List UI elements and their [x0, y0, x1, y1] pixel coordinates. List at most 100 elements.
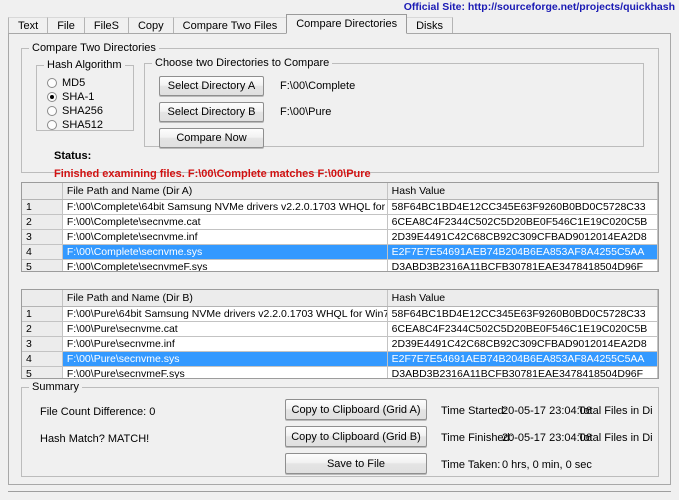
choose-directories-group: Choose two Directories to Compare Select…: [144, 57, 644, 148]
grid-b-header-row: File Path and Name (Dir B) Hash Value: [22, 290, 658, 307]
grid-a-row-hash: 6CEA8C4F2344C502C5D20BE0F546C1E19C020C5B: [387, 214, 658, 230]
copy-to-clipboard-grid-b-button[interactable]: Copy to Clipboard (Grid B): [285, 426, 427, 447]
grid-a-row-index: 1: [22, 199, 63, 215]
file-count-difference: File Count Difference: 0: [40, 406, 156, 418]
grid-a-row-path: F:\00\Complete\secnvme.sys: [62, 244, 388, 260]
radio-sha256[interactable]: SHA256: [47, 104, 103, 118]
grid-b-row-index: 4: [22, 351, 63, 367]
radio-mark-md5: [47, 78, 57, 88]
grid-b-row-hash: E2F7E7E54691AEB74B204B6EA853AF8A4255C5AA: [387, 351, 658, 367]
grid-a-row-path: F:\00\Complete\secnvmeF.sys: [62, 259, 388, 271]
hash-match-status: Hash Match? MATCH!: [40, 433, 150, 445]
radio-mark-sha1: [47, 92, 57, 102]
results-grid-b[interactable]: File Path and Name (Dir B) Hash Value 1 …: [21, 289, 659, 379]
grid-b-row-hash: D3ABD3B2316A11BCFB30781EAE3478418504D96F: [387, 366, 658, 378]
table-row[interactable]: 1 F:\00\Pure\64bit Samsung NVMe drivers …: [22, 306, 658, 322]
grid-a-row-index: 2: [22, 214, 63, 230]
status-label: Status:: [54, 150, 92, 162]
table-row[interactable]: 2 F:\00\Complete\secnvme.cat 6CEA8C4F234…: [22, 214, 658, 230]
radio-sha512[interactable]: SHA512: [47, 118, 103, 132]
radio-label-md5: MD5: [62, 77, 86, 89]
choose-directories-title: Choose two Directories to Compare: [152, 57, 333, 69]
total-files-dir-b: Total Files in Dir B : 5: [578, 432, 652, 444]
radio-label-sha256: SHA256: [62, 105, 103, 117]
summary-group: Summary File Count Difference: 0 Hash Ma…: [21, 381, 659, 477]
total-files-dir-a: Total Files in Dir A : 5: [578, 405, 652, 417]
save-to-file-button[interactable]: Save to File: [285, 453, 427, 474]
grid-a-row-hash: E2F7E7E54691AEB74B204B6EA853AF8A4255C5AA: [387, 244, 658, 260]
tab-compare-two-files[interactable]: Compare Two Files: [172, 17, 288, 34]
table-row[interactable]: 4 F:\00\Complete\secnvme.sys E2F7E7E5469…: [22, 244, 658, 260]
grid-b-row-path: F:\00\Pure\secnvme.cat: [62, 321, 388, 337]
compare-now-button[interactable]: Compare Now: [159, 128, 264, 148]
grid-a-header-row: File Path and Name (Dir A) Hash Value: [22, 183, 658, 200]
grid-b-row-path: F:\00\Pure\secnvme.sys: [62, 351, 388, 367]
status-message: Finished examining files. F:\00\Complete…: [54, 168, 371, 180]
grid-b-header-index[interactable]: [22, 290, 63, 307]
grid-b-row-hash: 2D39E4491C42C68CB92C309CFBAD9012014EA2D8: [387, 336, 658, 352]
radio-label-sha512: SHA512: [62, 119, 103, 131]
table-row[interactable]: 2 F:\00\Pure\secnvme.cat 6CEA8C4F2344C50…: [22, 321, 658, 337]
window-bottom-divider: [8, 491, 671, 492]
official-site-link[interactable]: Official Site: http://sourceforge.net/pr…: [404, 1, 675, 13]
compare-two-directories-group: Compare Two Directories Hash Algorithm M…: [21, 42, 659, 180]
radio-mark-sha512: [47, 120, 57, 130]
table-row[interactable]: 5 F:\00\Pure\secnvmeF.sys D3ABD3B2316A11…: [22, 366, 658, 378]
time-started-label: Time Started:: [441, 405, 507, 417]
grid-a-header-hash[interactable]: Hash Value: [387, 183, 658, 200]
select-directory-a-button[interactable]: Select Directory A: [159, 76, 264, 96]
grid-a-row-path: F:\00\Complete\secnvme.inf: [62, 229, 388, 245]
directory-b-path: F:\00\Pure: [280, 106, 332, 118]
grid-b-row-path: F:\00\Pure\64bit Samsung NVMe drivers v2…: [62, 306, 388, 322]
grid-a-row-hash: 58F64BC1BD4E12CC345E63F9260B0BD0C5728C33: [387, 199, 658, 215]
select-directory-b-button[interactable]: Select Directory B: [159, 102, 264, 122]
totals-container: Total Files in Dir A : 5 Total Files in …: [578, 396, 652, 470]
grid-a-row-path: F:\00\Complete\64bit Samsung NVMe driver…: [62, 199, 388, 215]
tab-compare-directories[interactable]: Compare Directories: [286, 14, 408, 34]
table-row[interactable]: 1 F:\00\Complete\64bit Samsung NVMe driv…: [22, 199, 658, 215]
grid-a-row-index: 5: [22, 259, 63, 271]
grid-a-row-index: 3: [22, 229, 63, 245]
tab-file[interactable]: File: [47, 17, 85, 34]
radio-mark-sha256: [47, 106, 57, 116]
grid-a-row-hash: D3ABD3B2316A11BCFB30781EAE3478418504D96F: [387, 259, 658, 271]
radio-md5[interactable]: MD5: [47, 76, 85, 90]
grid-a-row-path: F:\00\Complete\secnvme.cat: [62, 214, 388, 230]
grid-b-row-hash: 6CEA8C4F2344C502C5D20BE0F546C1E19C020C5B: [387, 321, 658, 337]
grid-a-row-index: 4: [22, 244, 63, 260]
grid-b-table: File Path and Name (Dir B) Hash Value 1 …: [22, 290, 658, 378]
grid-b-row-path: F:\00\Pure\secnvmeF.sys: [62, 366, 388, 378]
hash-algorithm-group: Hash Algorithm MD5 SHA-1 SHA256 SHA512: [36, 59, 134, 132]
compare-two-directories-title: Compare Two Directories: [29, 42, 159, 54]
grid-b-header-path[interactable]: File Path and Name (Dir B): [62, 290, 388, 307]
quickhash-window: Official Site: http://sourceforge.net/pr…: [0, 0, 679, 500]
tab-copy[interactable]: Copy: [127, 17, 174, 34]
grid-a-row-hash: 2D39E4491C42C68CB92C309CFBAD9012014EA2D8: [387, 229, 658, 245]
grid-b-row-hash: 58F64BC1BD4E12CC345E63F9260B0BD0C5728C33: [387, 306, 658, 322]
grid-b-row-index: 3: [22, 336, 63, 352]
tab-disks[interactable]: Disks: [406, 17, 453, 34]
results-grid-a[interactable]: File Path and Name (Dir A) Hash Value 1 …: [21, 182, 659, 272]
table-row[interactable]: 3 F:\00\Complete\secnvme.inf 2D39E4491C4…: [22, 229, 658, 245]
grid-a-header-path[interactable]: File Path and Name (Dir A): [62, 183, 388, 200]
grid-b-header-hash[interactable]: Hash Value: [387, 290, 658, 307]
tab-files[interactable]: FileS: [83, 17, 129, 34]
copy-to-clipboard-grid-a-button[interactable]: Copy to Clipboard (Grid A): [285, 399, 427, 420]
compare-directories-page: Compare Two Directories Hash Algorithm M…: [8, 33, 671, 485]
time-taken-label: Time Taken:: [441, 459, 501, 471]
tab-bar: Text File FileS Copy Compare Two Files C…: [8, 14, 671, 34]
table-row[interactable]: 5 F:\00\Complete\secnvmeF.sys D3ABD3B231…: [22, 259, 658, 271]
tab-text[interactable]: Text: [8, 17, 49, 34]
grid-b-row-index: 2: [22, 321, 63, 337]
radio-label-sha1: SHA-1: [62, 91, 95, 103]
table-row[interactable]: 3 F:\00\Pure\secnvme.inf 2D39E4491C42C68…: [22, 336, 658, 352]
hash-algorithm-title: Hash Algorithm: [44, 59, 125, 71]
radio-sha1[interactable]: SHA-1: [47, 90, 94, 104]
grid-b-row-path: F:\00\Pure\secnvme.inf: [62, 336, 388, 352]
table-row[interactable]: 4 F:\00\Pure\secnvme.sys E2F7E7E54691AEB…: [22, 351, 658, 367]
grid-a-table: File Path and Name (Dir A) Hash Value 1 …: [22, 183, 658, 271]
directory-a-path: F:\00\Complete: [280, 80, 356, 92]
grid-a-header-index[interactable]: [22, 183, 63, 200]
grid-b-row-index: 1: [22, 306, 63, 322]
summary-title: Summary: [29, 381, 83, 393]
